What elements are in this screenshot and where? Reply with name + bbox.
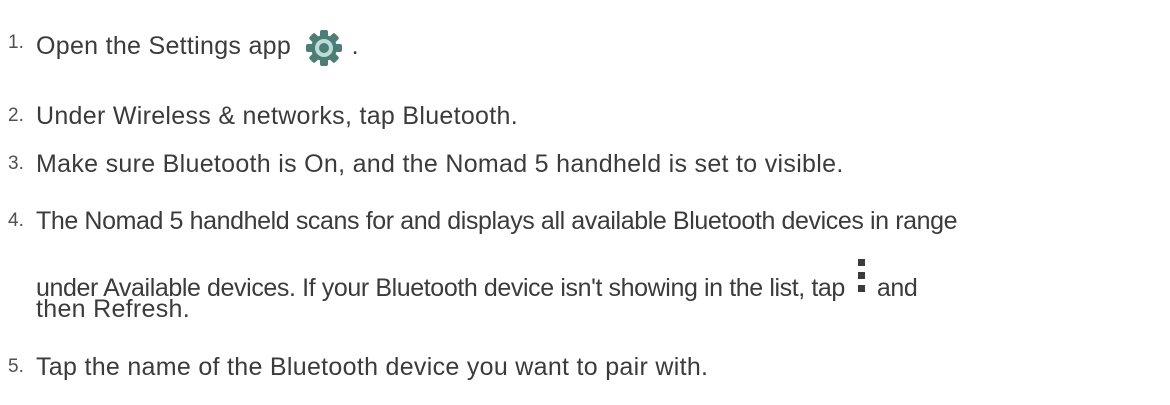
step-number: 2. xyxy=(8,105,24,126)
settings-gear-icon xyxy=(306,30,343,66)
step-number: 4. xyxy=(8,210,24,231)
step-text: Open the Settings app xyxy=(36,32,292,60)
step-text-line-3: then Refresh. xyxy=(36,295,190,323)
step-number: 3. xyxy=(8,153,24,174)
step-text: Tap the name of the Bluetooth device you… xyxy=(36,353,709,381)
instruction-steps: 1. Open the Settings app . 2. Under Wire… xyxy=(0,0,1170,405)
step-suffix: . xyxy=(351,32,359,60)
step-text: Under Wireless & networks, tap Bluetooth… xyxy=(36,102,518,130)
overflow-menu-icon xyxy=(857,259,865,292)
step-text-line-1: The Nomad 5 handheld scans for and displ… xyxy=(36,207,958,235)
step-number: 5. xyxy=(8,356,24,377)
step-text-line-2-suffix: and xyxy=(876,274,918,302)
step-text: Make sure Bluetooth is On, and the Nomad… xyxy=(36,150,844,178)
step-number: 1. xyxy=(8,32,24,53)
